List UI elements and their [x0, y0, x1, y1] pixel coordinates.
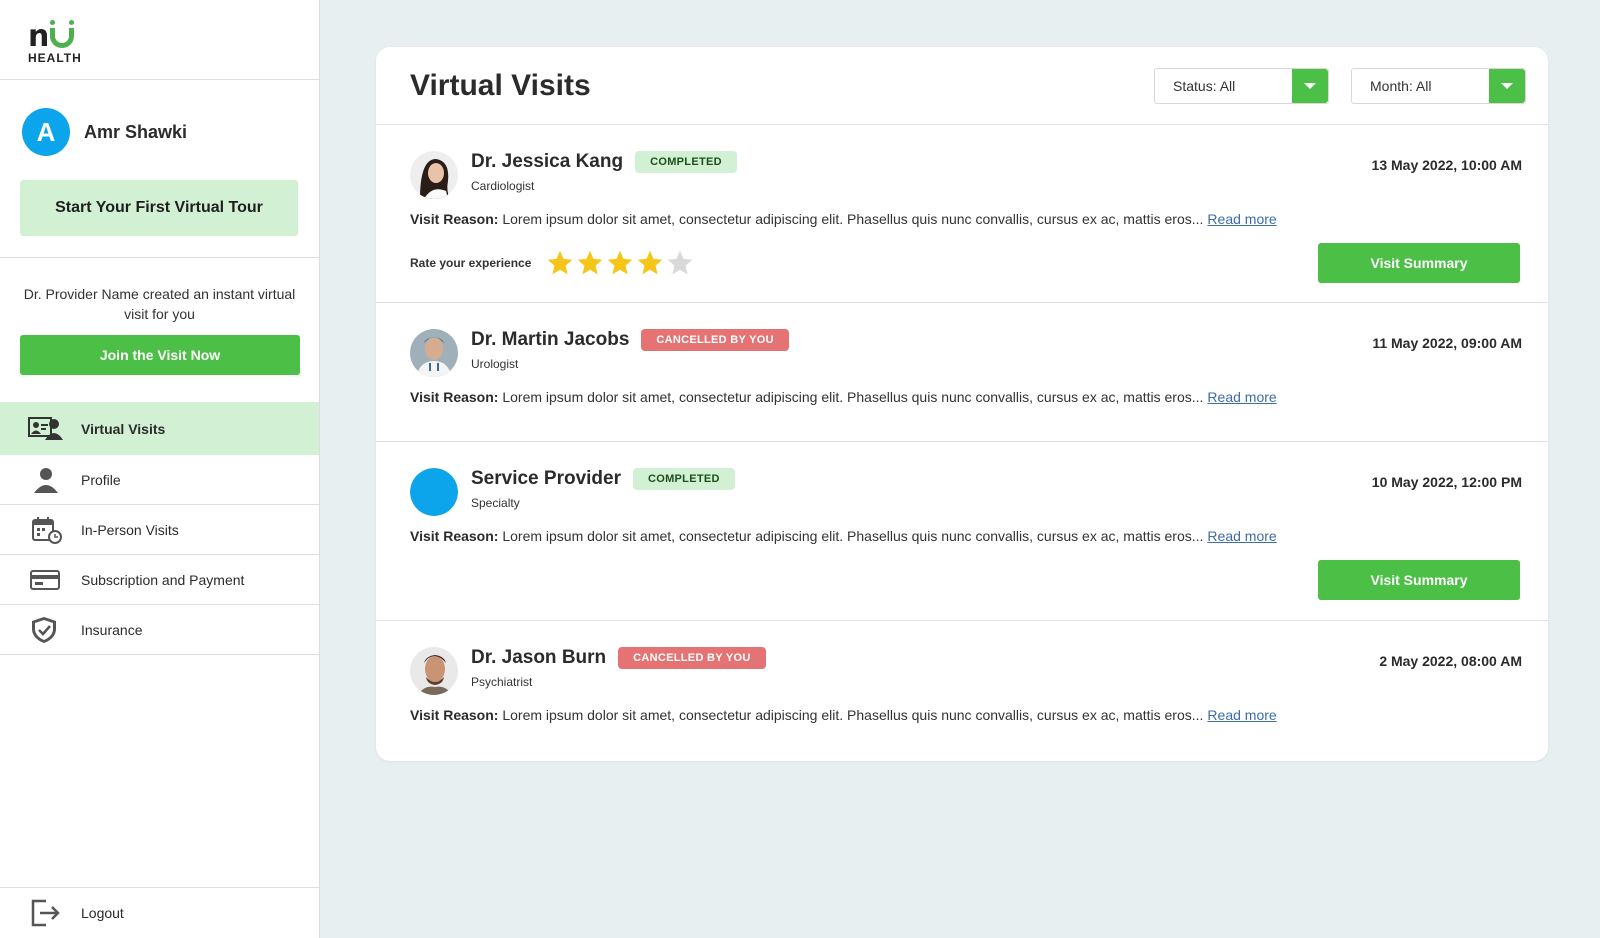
chevron-down-icon[interactable] [1489, 68, 1525, 103]
doctor-name[interactable]: Service Provider [471, 468, 621, 490]
doctor-name[interactable]: Dr. Jessica Kang [471, 151, 623, 173]
visit-card: Dr. Martin Jacobs CANCELLED BY YOU Urolo… [376, 303, 1548, 442]
visit-reason-text: Lorem ipsum dolor sit amet, consectetur … [502, 528, 1204, 544]
sidebar-item-profile[interactable]: Profile [0, 455, 319, 505]
status-badge: COMPLETED [635, 151, 737, 173]
card-header: Virtual Visits Status: All Month: All [376, 47, 1548, 125]
join-visit-button[interactable]: Join the Visit Now [20, 335, 300, 375]
start-virtual-tour-button[interactable]: Start Your First Virtual Tour [20, 180, 298, 236]
status-filter[interactable]: Status: All [1154, 67, 1329, 104]
star-empty-icon[interactable] [665, 249, 695, 277]
doctor-specialty: Psychiatrist [471, 675, 533, 689]
visit-reason: Visit Reason: Lorem ipsum dolor sit amet… [410, 211, 1520, 227]
visit-reason-text: Lorem ipsum dolor sit amet, consectetur … [502, 211, 1204, 227]
logo-text: HEALTH [28, 51, 82, 65]
doctor-specialty: Specialty [471, 496, 520, 510]
instant-visit-notice: Dr. Provider Name created an instant vir… [0, 258, 319, 402]
doctor-specialty: Urologist [471, 357, 519, 371]
page-title: Virtual Visits [410, 68, 591, 102]
calendar-clock-icon [28, 515, 64, 545]
star-filled-icon[interactable] [545, 249, 575, 277]
visit-reason-label: Visit Reason: [410, 528, 499, 544]
sidebar-item-in-person-visits[interactable]: In-Person Visits [0, 505, 319, 555]
star-filled-icon[interactable] [635, 249, 665, 277]
sidebar-item-label: In-Person Visits [81, 521, 179, 538]
status-badge: CANCELLED BY YOU [618, 647, 766, 669]
sidebar-item-subscription[interactable]: Subscription and Payment [0, 555, 319, 605]
chevron-down-icon[interactable] [1292, 68, 1328, 103]
visit-reason: Visit Reason: Lorem ipsum dolor sit amet… [410, 707, 1520, 723]
star-filled-icon[interactable] [605, 249, 635, 277]
credit-card-icon [28, 565, 64, 595]
doctor-name[interactable]: Dr. Martin Jacobs [471, 329, 629, 351]
sidebar: n HEALTH A Amr Shawki Start Your First V… [0, 0, 320, 938]
visit-date: 13 May 2022, 10:00 AM [1371, 157, 1522, 173]
sidebar-item-label: Insurance [81, 621, 143, 638]
status-badge: CANCELLED BY YOU [641, 329, 789, 351]
provider-avatar [410, 468, 458, 516]
logout-icon [28, 898, 64, 928]
doctor-photo [410, 647, 458, 695]
sidebar-item-label: Profile [81, 471, 121, 488]
visit-summary-button[interactable]: Visit Summary [1318, 560, 1520, 600]
doctor-photo [410, 151, 458, 199]
doctor-name[interactable]: Dr. Jason Burn [471, 647, 606, 669]
month-filter[interactable]: Month: All [1351, 67, 1526, 104]
star-filled-icon[interactable] [575, 249, 605, 277]
rate-label: Rate your experience [410, 256, 532, 270]
avatar[interactable]: A [22, 108, 70, 156]
shield-icon [28, 615, 64, 645]
sidebar-nav: Virtual Visits Profile In-Person Visits … [0, 402, 319, 655]
visit-reason-label: Visit Reason: [410, 211, 499, 227]
visit-date: 10 May 2022, 12:00 PM [1371, 474, 1522, 490]
status-badge: COMPLETED [632, 468, 735, 490]
visit-card: Service Provider COMPLETED Specialty 10 … [376, 442, 1548, 621]
visit-card: Dr. Jessica Kang COMPLETED Cardiologist … [376, 125, 1548, 303]
visit-reason-text: Lorem ipsum dolor sit amet, consectetur … [502, 389, 1204, 405]
user-section: A Amr Shawki Start Your First Virtual To… [0, 80, 319, 258]
rating: Rate your experience [410, 249, 695, 277]
sidebar-item-label: Virtual Visits [81, 420, 166, 437]
star-rating[interactable] [545, 249, 695, 277]
virtual-visits-icon [28, 414, 64, 444]
notice-text: Dr. Provider Name created an instant vir… [23, 286, 296, 322]
user-name: Amr Shawki [84, 121, 188, 142]
visit-date: 11 May 2022, 09:00 AM [1372, 335, 1522, 351]
visit-reason: Visit Reason: Lorem ipsum dolor sit amet… [410, 528, 1520, 544]
visit-reason-label: Visit Reason: [410, 389, 499, 405]
status-filter-value: Status: All [1173, 77, 1236, 94]
logo[interactable]: n HEALTH [0, 0, 319, 80]
doctor-specialty: Cardiologist [471, 179, 535, 193]
visit-card: Dr. Jason Burn CANCELLED BY YOU Psychiat… [376, 621, 1548, 761]
visit-reason-text: Lorem ipsum dolor sit amet, consectetur … [502, 707, 1204, 723]
read-more-link[interactable]: Read more [1207, 707, 1276, 723]
person-icon [28, 465, 64, 495]
sidebar-item-virtual-visits[interactable]: Virtual Visits [0, 402, 319, 455]
doctor-photo [410, 329, 458, 377]
logout-button[interactable]: Logout [0, 887, 320, 938]
read-more-link[interactable]: Read more [1207, 211, 1276, 227]
logout-label: Logout [81, 905, 124, 921]
visit-reason: Visit Reason: Lorem ipsum dolor sit amet… [410, 389, 1520, 405]
visit-summary-button[interactable]: Visit Summary [1318, 243, 1520, 283]
month-filter-value: Month: All [1370, 77, 1432, 94]
sidebar-item-label: Subscription and Payment [81, 571, 245, 588]
logo-mark: n [28, 20, 319, 52]
read-more-link[interactable]: Read more [1207, 389, 1276, 405]
visit-reason-label: Visit Reason: [410, 707, 499, 723]
visit-date: 2 May 2022, 08:00 AM [1379, 653, 1522, 669]
virtual-visits-card: Virtual Visits Status: All Month: All Dr… [376, 47, 1548, 761]
sidebar-item-insurance[interactable]: Insurance [0, 605, 319, 655]
read-more-link[interactable]: Read more [1207, 528, 1276, 544]
